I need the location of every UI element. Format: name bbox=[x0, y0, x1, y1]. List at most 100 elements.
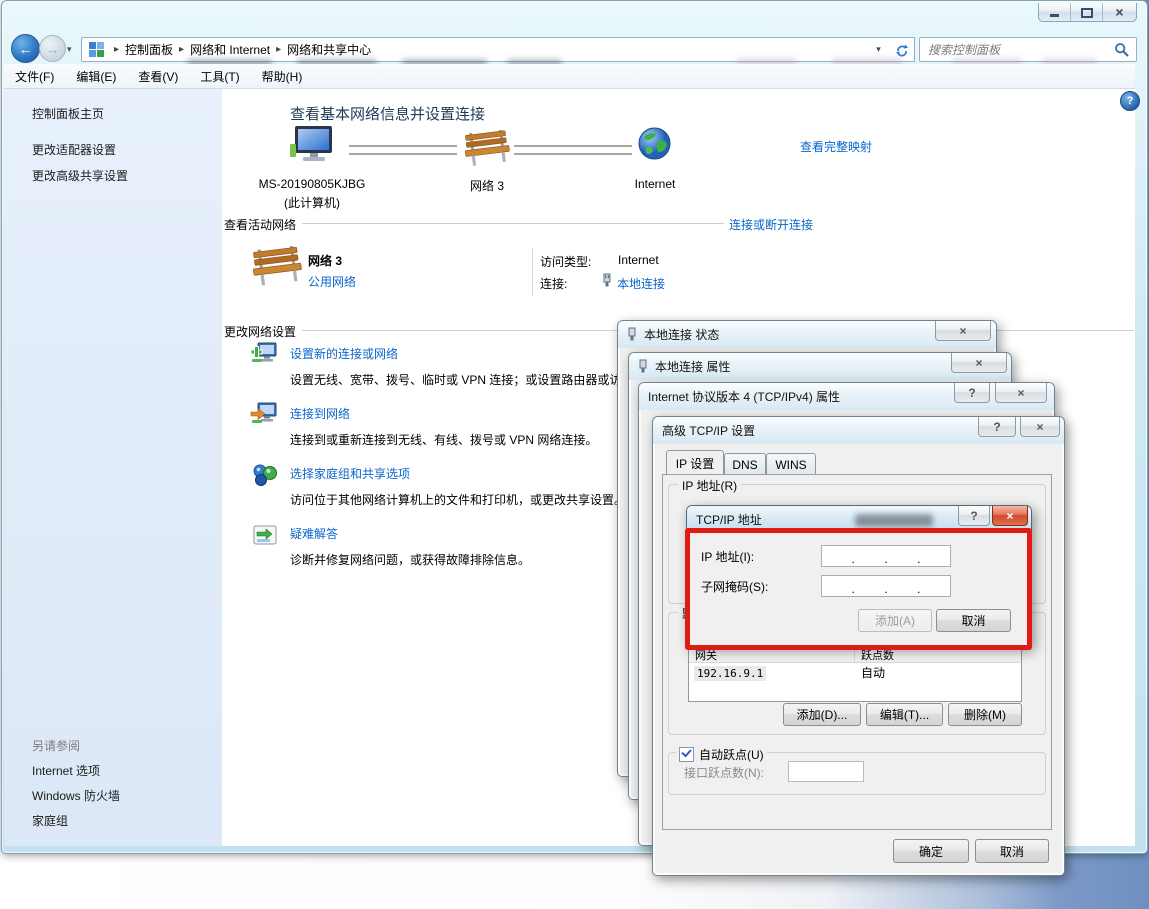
help-icon: ? bbox=[993, 420, 1000, 434]
interface-metric-input[interactable] bbox=[788, 761, 864, 782]
dialog-title: TCP/IP 地址 bbox=[696, 511, 762, 528]
breadcrumb-separator-icon: ▸ bbox=[108, 44, 125, 55]
connect-disconnect-link[interactable]: 连接或断开连接 bbox=[729, 216, 813, 233]
forward-arrow-icon: → bbox=[46, 41, 60, 57]
subnet-mask-label: 子网掩码(S): bbox=[701, 578, 768, 595]
cancel-button[interactable]: 取消 bbox=[975, 839, 1049, 863]
gateway-table[interactable]: 网关 跃点数 192.16.9.1 自动 bbox=[688, 644, 1022, 702]
tab-ip-settings[interactable]: IP 设置 bbox=[666, 450, 724, 476]
sidebar-item-internet-options[interactable]: Internet 选项 bbox=[32, 762, 100, 779]
access-type-label: 访问类型: bbox=[540, 253, 591, 270]
help-icon: ? bbox=[968, 386, 975, 400]
auto-metric-row: 自动跃点(U) bbox=[676, 746, 767, 763]
task-connect-desc: 连接到或重新连接到无线、有线、拨号或 VPN 网络连接。 bbox=[290, 431, 597, 448]
local-connection-link[interactable]: 本地连接 bbox=[617, 275, 665, 292]
dialog-title-bar: Internet 协议版本 4 (TCP/IPv4) 属性 bbox=[639, 383, 1054, 410]
active-network-heading: 查看活动网络 bbox=[224, 216, 296, 233]
ip-address-input[interactable]: . . . bbox=[821, 545, 951, 567]
menu-tools[interactable]: 工具(T) bbox=[189, 68, 250, 85]
refresh-icon bbox=[895, 43, 909, 57]
sidebar-item-home[interactable]: 控制面板主页 bbox=[32, 105, 104, 122]
tab-wins[interactable]: WINS bbox=[766, 453, 816, 476]
close-button[interactable]: × bbox=[1020, 417, 1060, 437]
minimize-icon bbox=[1050, 14, 1059, 17]
menu-file[interactable]: 文件(F) bbox=[4, 68, 65, 85]
sidebar-item-sharing-settings[interactable]: 更改高级共享设置 bbox=[32, 167, 128, 184]
dialog-tcpip-address: TCP/IP 地址 ? × IP 地址(I): . . . 子网掩码(S): .… bbox=[686, 505, 1032, 648]
gateway-delete-button[interactable]: 删除(M) bbox=[948, 703, 1022, 726]
gateway-value: 192.16.9.1 bbox=[694, 666, 766, 681]
close-icon: × bbox=[1017, 386, 1024, 400]
close-icon: × bbox=[959, 324, 966, 338]
control-panel-icon bbox=[89, 42, 104, 57]
breadcrumb-separator-icon: ▸ bbox=[173, 44, 190, 55]
sidebar-item-windows-firewall[interactable]: Windows 防火墙 bbox=[32, 787, 120, 804]
help-button[interactable]: ? bbox=[978, 417, 1016, 437]
breadcrumb-control-panel[interactable]: 控制面板 bbox=[125, 41, 173, 58]
help-button[interactable]: ? bbox=[1120, 91, 1140, 111]
close-icon: × bbox=[1006, 509, 1013, 523]
menu-edit[interactable]: 编辑(E) bbox=[65, 68, 127, 85]
subnet-mask-input[interactable]: . . . bbox=[821, 575, 951, 597]
map-network-label: 网络 3 bbox=[446, 177, 528, 194]
dialog-title: 本地连接 属性 bbox=[655, 358, 730, 375]
close-button[interactable]: × bbox=[995, 383, 1047, 403]
auto-metric-label: 自动跃点(U) bbox=[699, 746, 764, 763]
back-button[interactable]: ← bbox=[11, 34, 40, 63]
sidebar-see-also-heading: 另请参阅 bbox=[32, 737, 80, 754]
maximize-button[interactable] bbox=[1071, 3, 1103, 21]
help-button[interactable]: ? bbox=[954, 383, 990, 403]
computer-name: MS-20190805KJBG bbox=[252, 177, 372, 191]
menu-view[interactable]: 查看(V) bbox=[127, 68, 189, 85]
screen: × ← → ▾ ▸ 控制面板 ▸ 网络和 Internet ▸ 网络和共享中心 … bbox=[0, 0, 1149, 909]
nav-history-dropdown[interactable]: ▾ bbox=[67, 44, 72, 55]
gateway-table-row[interactable]: 192.16.9.1 自动 bbox=[689, 663, 1021, 682]
task-connect-link[interactable]: 连接到网络 bbox=[290, 405, 350, 422]
close-button[interactable]: × bbox=[935, 321, 991, 341]
ip-address-group-label: IP 地址(R) bbox=[678, 477, 741, 494]
task-homegroup-link[interactable]: 选择家庭组和共享选项 bbox=[290, 465, 410, 482]
menu-help[interactable]: 帮助(H) bbox=[251, 68, 314, 85]
close-icon: × bbox=[975, 356, 982, 370]
auto-metric-checkbox[interactable] bbox=[679, 747, 694, 762]
computer-note: (此计算机) bbox=[252, 194, 372, 211]
close-icon: × bbox=[1115, 5, 1123, 19]
map-link-line bbox=[514, 145, 632, 155]
gateway-add-button[interactable]: 添加(D)... bbox=[783, 703, 861, 726]
internet-globe-icon[interactable] bbox=[638, 127, 671, 160]
task-new-connection-link[interactable]: 设置新的连接或网络 bbox=[290, 345, 398, 362]
breadcrumb-network-sharing[interactable]: 网络和共享中心 bbox=[287, 41, 371, 58]
dialog-title: 高级 TCP/IP 设置 bbox=[662, 422, 755, 439]
breadcrumb-network-internet[interactable]: 网络和 Internet bbox=[190, 41, 270, 58]
ok-button[interactable]: 确定 bbox=[893, 839, 969, 863]
troubleshoot-icon bbox=[253, 525, 277, 547]
homegroup-icon bbox=[252, 463, 278, 487]
forward-button[interactable]: → bbox=[39, 35, 66, 62]
network-bench-icon[interactable] bbox=[464, 130, 510, 166]
network-type-link[interactable]: 公用网络 bbox=[308, 273, 356, 290]
cancel-button[interactable]: 取消 bbox=[936, 609, 1011, 632]
minimize-button[interactable] bbox=[1039, 3, 1071, 21]
help-icon: ? bbox=[1127, 95, 1134, 107]
tab-dns[interactable]: DNS bbox=[724, 453, 766, 476]
full-map-link[interactable]: 查看完整映射 bbox=[800, 138, 872, 155]
computer-icon[interactable] bbox=[288, 124, 336, 166]
octet-dot: . bbox=[917, 582, 920, 596]
connection-label: 连接: bbox=[540, 275, 567, 292]
sidebar-item-homegroup[interactable]: 家庭组 bbox=[32, 812, 68, 829]
help-button[interactable]: ? bbox=[958, 506, 990, 526]
add-button[interactable]: 添加(A) bbox=[858, 609, 932, 632]
sidebar-item-adapter-settings[interactable]: 更改适配器设置 bbox=[32, 141, 116, 158]
close-button[interactable]: × bbox=[992, 506, 1028, 526]
gateway-edit-button[interactable]: 编辑(T)... bbox=[866, 703, 943, 726]
check-icon bbox=[681, 747, 691, 758]
close-button[interactable]: × bbox=[1103, 3, 1136, 21]
task-troubleshoot-link[interactable]: 疑难解答 bbox=[290, 525, 338, 542]
close-icon: × bbox=[1036, 420, 1043, 434]
censor-blur bbox=[855, 514, 933, 527]
task-homegroup-desc: 访问位于其他网络计算机上的文件和打印机，或更改共享设置。 bbox=[290, 491, 626, 508]
octet-dot: . bbox=[917, 552, 920, 566]
dialog-title: Internet 协议版本 4 (TCP/IPv4) 属性 bbox=[648, 388, 840, 405]
search-placeholder: 搜索控制面板 bbox=[920, 41, 1114, 58]
close-button[interactable]: × bbox=[951, 353, 1007, 373]
